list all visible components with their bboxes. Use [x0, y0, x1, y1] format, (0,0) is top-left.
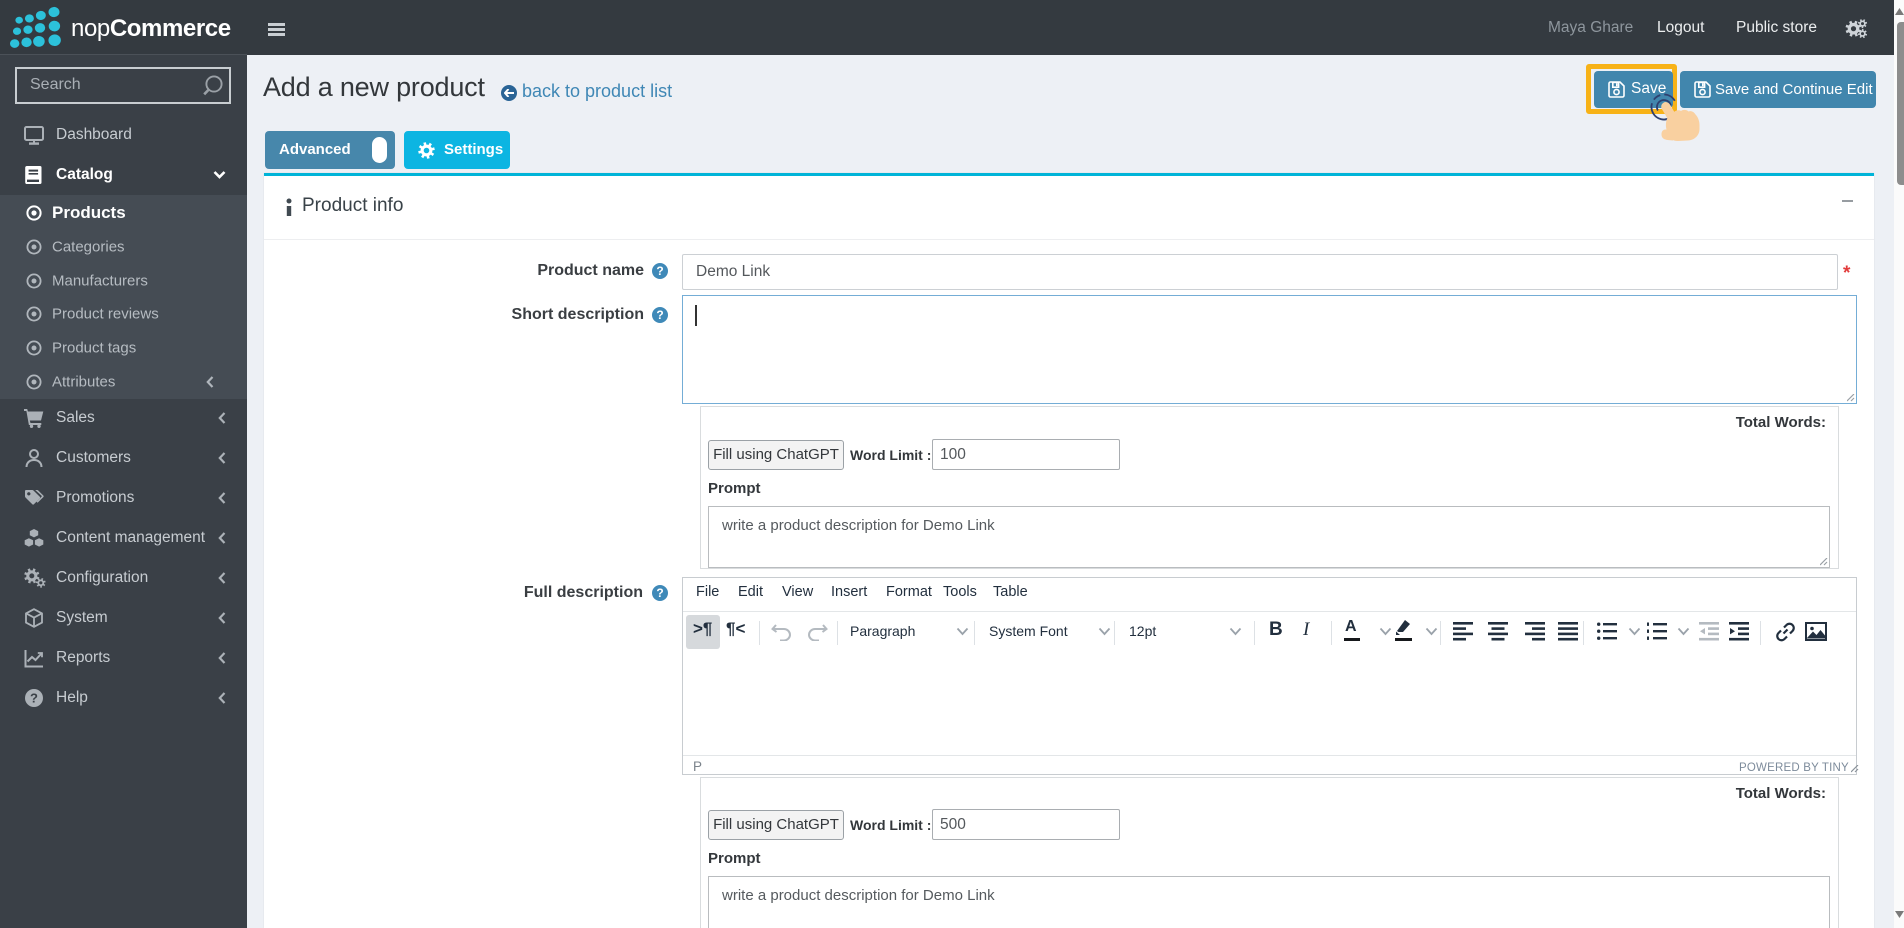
svg-text:?: ?: [30, 691, 38, 706]
